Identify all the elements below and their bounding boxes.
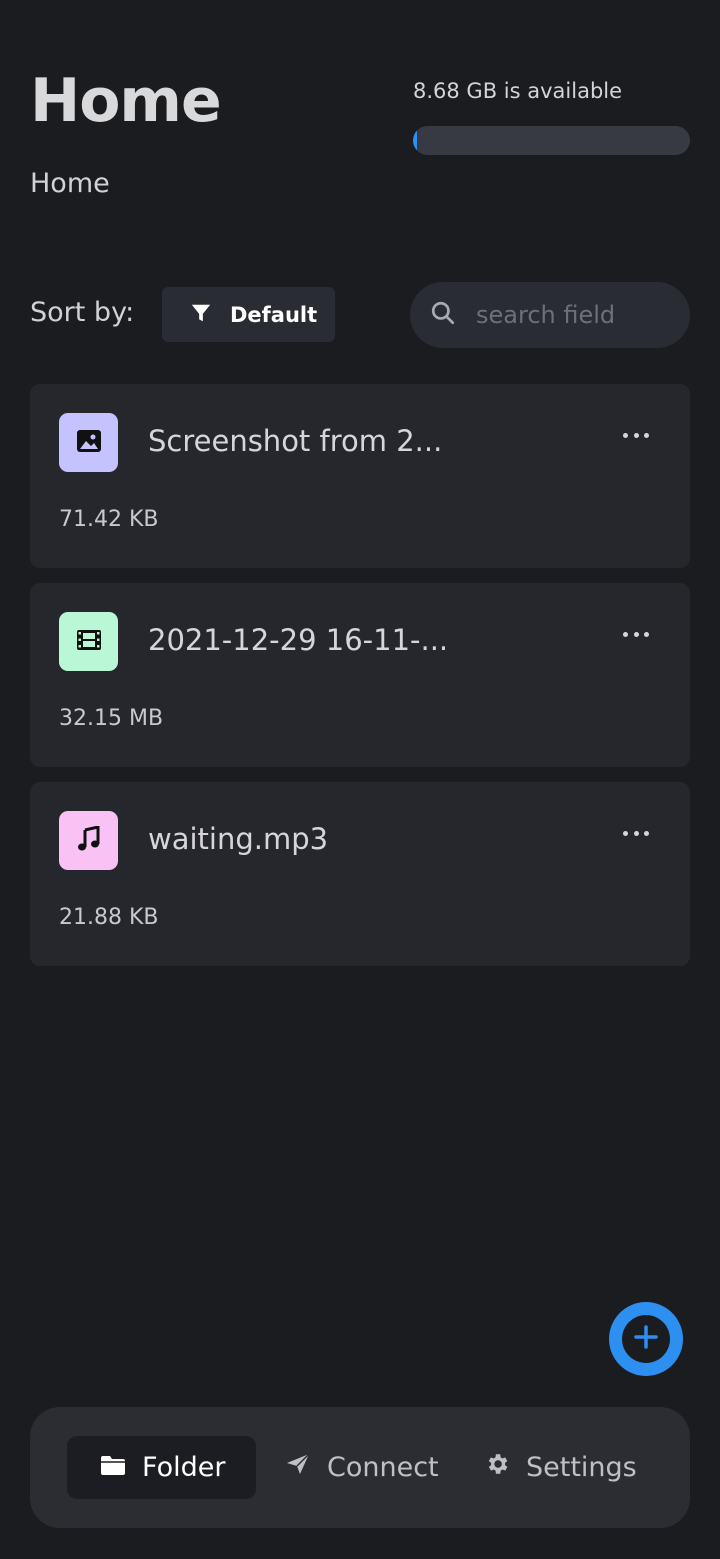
- bottom-nav: Folder Connect Settings: [30, 1407, 690, 1528]
- add-button[interactable]: [609, 1302, 683, 1376]
- folder-icon: [100, 1452, 126, 1483]
- file-card[interactable]: 2021-12-29 16-11-... 32.15 MB: [30, 583, 690, 767]
- file-size: 32.15 MB: [59, 706, 164, 731]
- gear-icon: [484, 1451, 510, 1484]
- plus-icon: [633, 1324, 659, 1354]
- breadcrumb[interactable]: Home: [30, 168, 110, 199]
- file-type-badge: [59, 612, 118, 671]
- sort-label: Sort by:: [30, 297, 135, 328]
- send-icon: [285, 1452, 311, 1483]
- file-card[interactable]: waiting.mp3 21.88 KB: [30, 782, 690, 966]
- storage-progress-fill: [413, 126, 418, 155]
- file-type-badge: [59, 413, 118, 472]
- nav-item-label: Connect: [327, 1452, 439, 1483]
- film-icon: [76, 629, 102, 655]
- file-name: Screenshot from 2...: [148, 424, 443, 458]
- search-field[interactable]: [410, 282, 690, 348]
- file-type-badge: [59, 811, 118, 870]
- file-size: 71.42 KB: [59, 507, 159, 532]
- sort-value: Default: [230, 302, 318, 327]
- storage-progress-bar: [413, 126, 690, 155]
- file-card[interactable]: Screenshot from 2... 71.42 KB: [30, 384, 690, 568]
- page-title: Home: [30, 66, 222, 136]
- file-name: 2021-12-29 16-11-...: [148, 623, 449, 657]
- nav-item-label: Settings: [526, 1452, 637, 1483]
- nav-item-settings[interactable]: Settings: [484, 1436, 637, 1499]
- more-options-button[interactable]: [620, 824, 652, 842]
- storage-available-text: 8.68 GB is available: [413, 79, 623, 103]
- sort-button[interactable]: Default: [162, 287, 335, 342]
- search-icon: [430, 300, 456, 330]
- nav-item-folder[interactable]: Folder: [67, 1436, 256, 1499]
- nav-item-connect[interactable]: Connect: [285, 1436, 439, 1499]
- nav-item-label: Folder: [142, 1452, 226, 1483]
- file-name: waiting.mp3: [148, 822, 329, 856]
- filter-icon: [190, 302, 212, 328]
- search-input[interactable]: [476, 301, 666, 329]
- music-icon: [77, 824, 101, 856]
- more-options-button[interactable]: [620, 426, 652, 444]
- file-size: 21.88 KB: [59, 905, 159, 930]
- image-icon: [76, 429, 102, 457]
- more-options-button[interactable]: [620, 625, 652, 643]
